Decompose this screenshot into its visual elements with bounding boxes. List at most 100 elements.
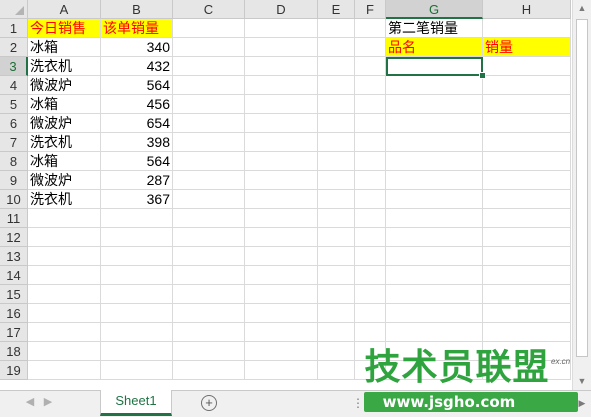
row-header-12[interactable]: 12 <box>0 228 28 247</box>
cell-d14[interactable] <box>245 266 318 285</box>
cell-d7[interactable] <box>245 133 318 152</box>
cell-d15[interactable] <box>245 285 318 304</box>
cell-d16[interactable] <box>245 304 318 323</box>
cell-g14[interactable] <box>386 266 483 285</box>
vertical-scroll-thumb[interactable] <box>576 19 588 357</box>
cell-h1[interactable] <box>483 19 571 38</box>
scroll-up-arrow-icon[interactable]: ▲ <box>573 0 591 17</box>
cell-c14[interactable] <box>173 266 245 285</box>
row-header-2[interactable]: 2 <box>0 38 28 57</box>
row-header-10[interactable]: 10 <box>0 190 28 209</box>
cell-d5[interactable] <box>245 95 318 114</box>
cell-h16[interactable] <box>483 304 571 323</box>
row-header-18[interactable]: 18 <box>0 342 28 361</box>
cell-c1[interactable] <box>173 19 245 38</box>
cell-e16[interactable] <box>318 304 355 323</box>
cell-a5[interactable]: 冰箱 <box>28 95 101 114</box>
cell-g15[interactable] <box>386 285 483 304</box>
cell-g16[interactable] <box>386 304 483 323</box>
cell-f8[interactable] <box>355 152 386 171</box>
cell-g4[interactable] <box>386 76 483 95</box>
cell-f10[interactable] <box>355 190 386 209</box>
cell-c4[interactable] <box>173 76 245 95</box>
cell-f6[interactable] <box>355 114 386 133</box>
row-header-13[interactable]: 13 <box>0 247 28 266</box>
cell-g8[interactable] <box>386 152 483 171</box>
cell-g6[interactable] <box>386 114 483 133</box>
cell-f11[interactable] <box>355 209 386 228</box>
column-header-e[interactable]: E <box>318 0 355 19</box>
cell-d12[interactable] <box>245 228 318 247</box>
row-header-17[interactable]: 17 <box>0 323 28 342</box>
row-header-6[interactable]: 6 <box>0 114 28 133</box>
cell-c19[interactable] <box>173 361 245 380</box>
cell-b4[interactable]: 564 <box>101 76 173 95</box>
cell-h14[interactable] <box>483 266 571 285</box>
cell-e9[interactable] <box>318 171 355 190</box>
cell-d13[interactable] <box>245 247 318 266</box>
cell-f9[interactable] <box>355 171 386 190</box>
cell-b10[interactable]: 367 <box>101 190 173 209</box>
cell-f7[interactable] <box>355 133 386 152</box>
cell-f16[interactable] <box>355 304 386 323</box>
cell-b6[interactable]: 654 <box>101 114 173 133</box>
cell-g5[interactable] <box>386 95 483 114</box>
cell-e11[interactable] <box>318 209 355 228</box>
cell-h4[interactable] <box>483 76 571 95</box>
cell-b18[interactable] <box>101 342 173 361</box>
cell-a10[interactable]: 洗衣机 <box>28 190 101 209</box>
row-header-16[interactable]: 16 <box>0 304 28 323</box>
cell-a13[interactable] <box>28 247 101 266</box>
cell-h11[interactable] <box>483 209 571 228</box>
cell-h5[interactable] <box>483 95 571 114</box>
cell-a17[interactable] <box>28 323 101 342</box>
cell-d19[interactable] <box>245 361 318 380</box>
column-header-b[interactable]: B <box>101 0 173 19</box>
cell-b11[interactable] <box>101 209 173 228</box>
cell-e12[interactable] <box>318 228 355 247</box>
cell-c11[interactable] <box>173 209 245 228</box>
column-header-f[interactable]: F <box>355 0 386 19</box>
cell-h2[interactable]: 销量 <box>483 38 571 57</box>
column-header-h[interactable]: H <box>483 0 571 19</box>
cell-d11[interactable] <box>245 209 318 228</box>
cell-a3[interactable]: 洗衣机 <box>28 57 101 76</box>
cell-g1[interactable]: 第二笔销量 <box>386 19 483 38</box>
cell-a9[interactable]: 微波炉 <box>28 171 101 190</box>
cell-d3[interactable] <box>245 57 318 76</box>
cell-e4[interactable] <box>318 76 355 95</box>
cell-e13[interactable] <box>318 247 355 266</box>
cell-e10[interactable] <box>318 190 355 209</box>
cell-a11[interactable] <box>28 209 101 228</box>
cell-d4[interactable] <box>245 76 318 95</box>
cell-c2[interactable] <box>173 38 245 57</box>
cell-g9[interactable] <box>386 171 483 190</box>
cell-h17[interactable] <box>483 323 571 342</box>
cell-h9[interactable] <box>483 171 571 190</box>
cell-e3[interactable] <box>318 57 355 76</box>
cell-c5[interactable] <box>173 95 245 114</box>
cell-c18[interactable] <box>173 342 245 361</box>
row-header-9[interactable]: 9 <box>0 171 28 190</box>
cell-b5[interactable]: 456 <box>101 95 173 114</box>
cell-f2[interactable] <box>355 38 386 57</box>
cell-g10[interactable] <box>386 190 483 209</box>
row-header-3[interactable]: 3 <box>0 57 28 76</box>
cell-c7[interactable] <box>173 133 245 152</box>
cell-c16[interactable] <box>173 304 245 323</box>
cell-a1[interactable]: 今日销售 <box>28 19 101 38</box>
cell-f14[interactable] <box>355 266 386 285</box>
row-header-7[interactable]: 7 <box>0 133 28 152</box>
row-header-8[interactable]: 8 <box>0 152 28 171</box>
cell-h10[interactable] <box>483 190 571 209</box>
cell-d9[interactable] <box>245 171 318 190</box>
cell-b14[interactable] <box>101 266 173 285</box>
row-header-19[interactable]: 19 <box>0 361 28 380</box>
cell-d8[interactable] <box>245 152 318 171</box>
cell-e6[interactable] <box>318 114 355 133</box>
cell-b2[interactable]: 340 <box>101 38 173 57</box>
sheet-tab-sheet1[interactable]: Sheet1 <box>100 390 172 416</box>
cell-a14[interactable] <box>28 266 101 285</box>
cell-g12[interactable] <box>386 228 483 247</box>
cell-c10[interactable] <box>173 190 245 209</box>
